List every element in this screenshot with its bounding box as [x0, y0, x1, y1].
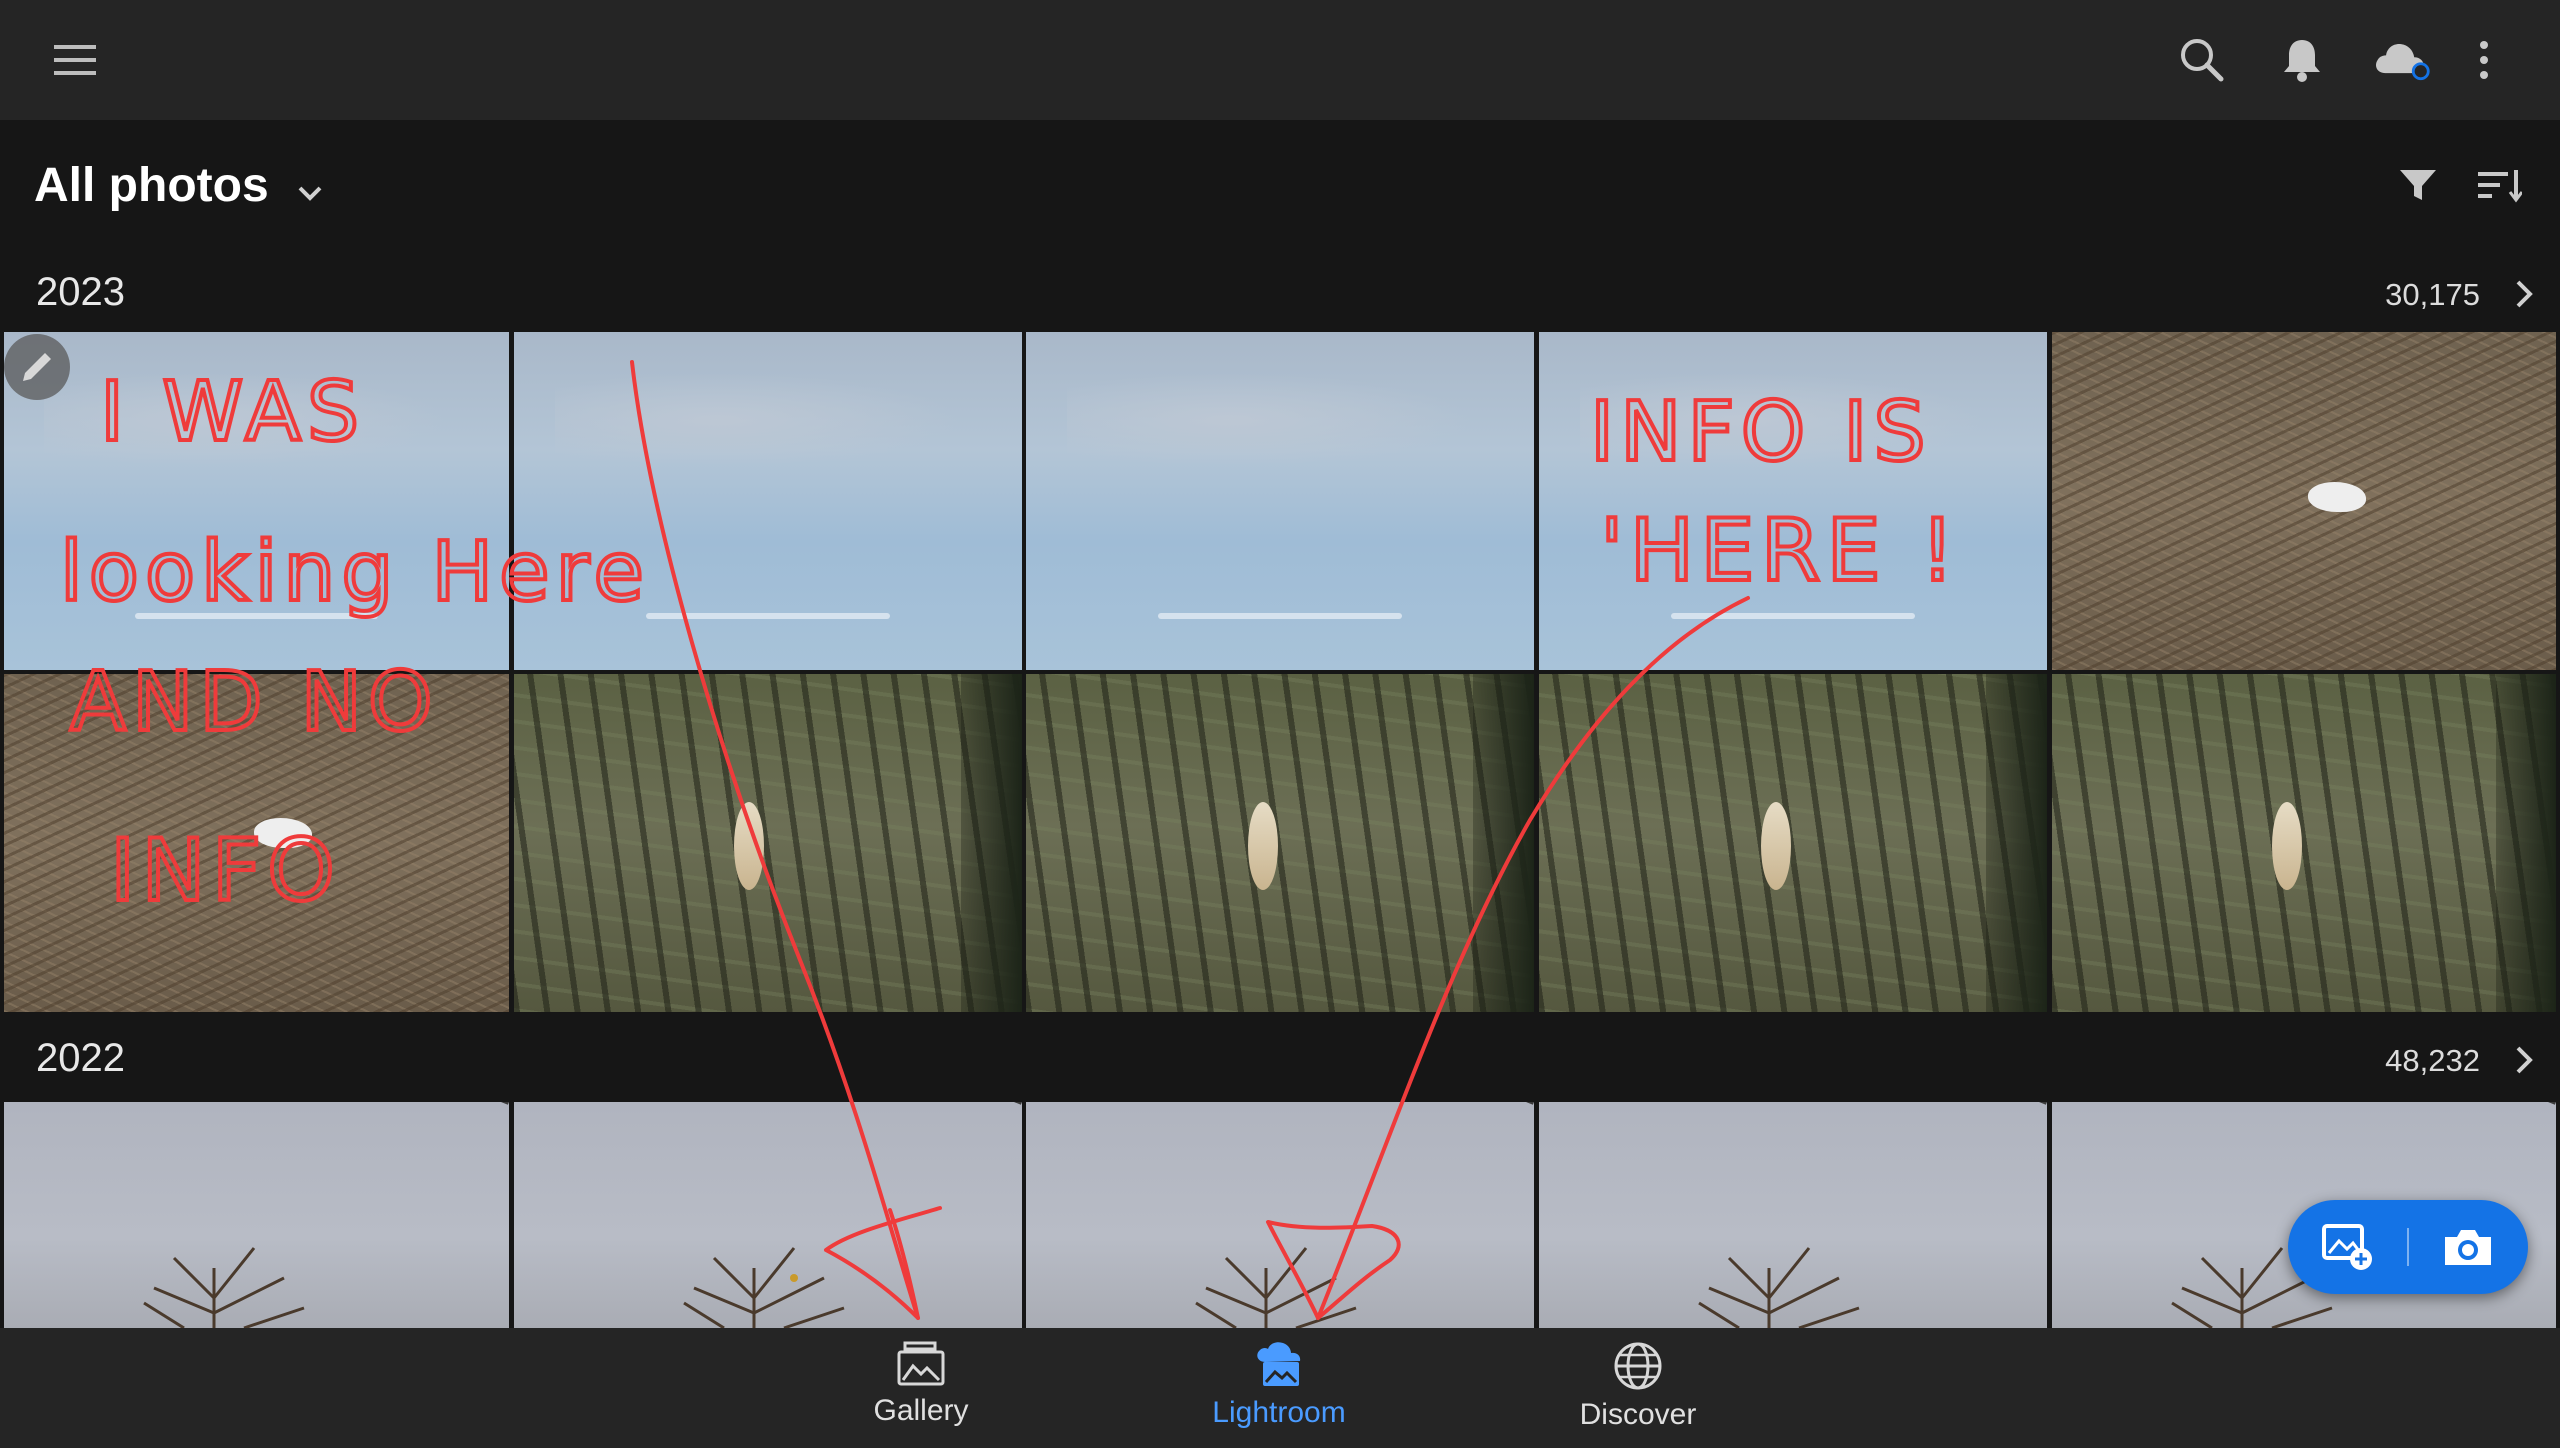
nav-item-gallery[interactable]: Gallery [801, 1340, 1041, 1440]
camera-icon[interactable] [2408, 1200, 2528, 1294]
photo-thumbnail[interactable] [514, 332, 1022, 670]
chevron-down-icon[interactable] [290, 176, 330, 212]
add-photo-icon[interactable] [2288, 1200, 2408, 1294]
page-title[interactable]: All photos [34, 158, 269, 213]
chevron-right-icon[interactable] [2508, 1040, 2538, 1080]
search-icon[interactable] [2172, 30, 2232, 90]
photo-grid-2022 [0, 1102, 2560, 1328]
photo-thumbnail[interactable] [4, 332, 509, 670]
photo-thumbnail[interactable] [2052, 674, 2556, 1012]
photo-thumbnail[interactable] [514, 674, 1022, 1012]
bell-icon[interactable] [2272, 30, 2332, 90]
album-header [0, 120, 2560, 250]
photo-thumbnail[interactable] [4, 1102, 509, 1328]
section-photo-count: 48,232 [2385, 1043, 2480, 1078]
photo-thumbnail[interactable] [1539, 332, 2047, 670]
globe-icon [1614, 1342, 1662, 1390]
nav-item-lightroom[interactable]: Lightroom [1159, 1340, 1399, 1440]
add-photos-fab [2288, 1200, 2528, 1294]
photo-thumbnail[interactable] [4, 674, 509, 1012]
sort-icon[interactable] [2472, 158, 2528, 214]
gallery-icon [897, 1341, 945, 1386]
section-photo-count: 30,175 [2385, 277, 2480, 312]
cloud-sync-icon[interactable] [2372, 30, 2432, 90]
photo-grid-2023 [0, 332, 2560, 1012]
hamburger-menu-icon[interactable] [46, 30, 106, 90]
photo-thumbnail[interactable] [2052, 332, 2556, 670]
nav-item-discover[interactable]: Discover [1518, 1340, 1758, 1440]
photo-thumbnail[interactable] [1539, 674, 2047, 1012]
chevron-right-icon[interactable] [2508, 274, 2538, 314]
nav-label: Discover [1579, 1398, 1697, 1431]
photo-thumbnail[interactable] [1026, 332, 1534, 670]
photo-thumbnail[interactable] [1026, 1102, 1534, 1328]
filter-icon[interactable] [2390, 158, 2446, 214]
top-app-bar [0, 0, 2560, 120]
section-year: 2022 [36, 1036, 125, 1080]
nav-label: Gallery [873, 1394, 969, 1427]
nav-label: Lightroom [1212, 1396, 1346, 1429]
photo-thumbnail[interactable] [1539, 1102, 2047, 1328]
section-header-2023[interactable]: 2023 30,175 [0, 252, 2560, 332]
edit-pencil-icon[interactable] [4, 334, 70, 400]
more-vertical-icon[interactable] [2454, 30, 2514, 90]
section-year: 2023 [36, 270, 125, 314]
lightroom-cloud-icon [1257, 1342, 1301, 1386]
section-header-2022[interactable]: 2022 48,232 [0, 1020, 2560, 1100]
photo-thumbnail[interactable] [514, 1102, 1022, 1328]
photo-thumbnail[interactable] [1026, 674, 1534, 1012]
